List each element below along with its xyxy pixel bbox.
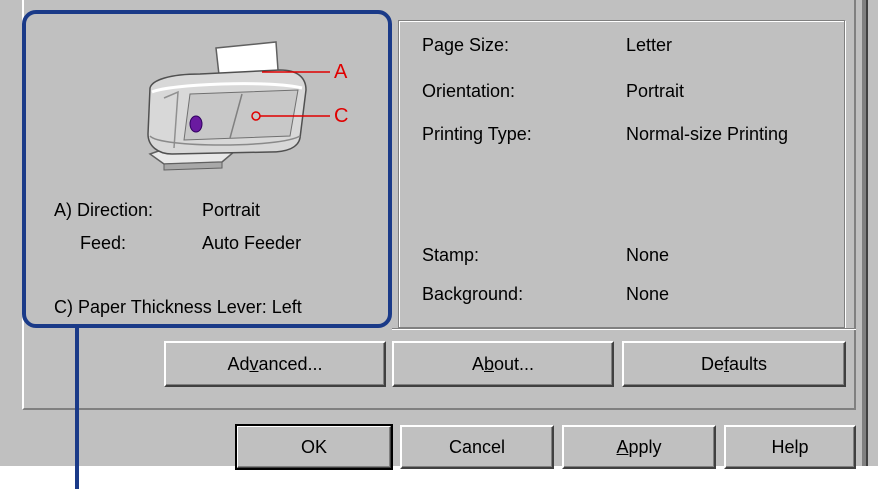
background-value: None: [626, 284, 670, 304]
page-size-label: Page Size:: [422, 35, 510, 55]
dialog-edge-dark: [866, 0, 868, 466]
stamp-value: None: [626, 245, 670, 265]
about-label-key: b: [483, 353, 494, 374]
cancel-label: Cancel: [448, 436, 506, 457]
ok-label: OK: [300, 436, 327, 457]
cancel-button[interactable]: Cancel: [400, 425, 554, 469]
printing-type-value: Normal-size Printing: [626, 124, 789, 144]
apply-label-post: pply: [628, 436, 662, 457]
ok-button[interactable]: OK: [235, 424, 393, 470]
printing-type-label: Printing Type:: [422, 124, 532, 144]
feed-label: Feed:: [80, 233, 127, 253]
paper-thickness-lever: C) Paper Thickness Lever: Left: [54, 297, 302, 317]
advanced-button[interactable]: Advanced...: [164, 341, 386, 387]
background-label: Background:: [422, 284, 524, 304]
defaults-label-pre: De: [700, 353, 724, 374]
feed-value: Auto Feeder: [202, 233, 302, 253]
stamp-label: Stamp:: [422, 245, 480, 265]
orientation-label: Orientation:: [422, 81, 516, 101]
defaults-label-post: aults: [729, 353, 768, 374]
direction-label: A) Direction:: [54, 200, 154, 220]
advanced-label-post: anced...: [258, 353, 323, 374]
callout-a-label: A: [334, 61, 348, 83]
page-size-value: Letter: [626, 35, 673, 55]
about-label-pre: A: [471, 353, 484, 374]
direction-value: Portrait: [202, 200, 261, 220]
help-button[interactable]: Help: [724, 425, 856, 469]
callout-c-label: C: [334, 105, 349, 127]
about-label-post: out...: [494, 353, 535, 374]
help-label: Help: [771, 436, 809, 457]
group-divider: [392, 328, 856, 330]
advanced-label-pre: Ad: [227, 353, 250, 374]
apply-button[interactable]: Apply: [562, 425, 716, 469]
settings-summary-group: [398, 20, 845, 328]
about-button[interactable]: About...: [392, 341, 614, 387]
callout-pointer-line: [75, 326, 79, 489]
apply-label-key: A: [616, 436, 629, 457]
orientation-value: Portrait: [626, 81, 685, 101]
defaults-button[interactable]: Defaults: [622, 341, 846, 387]
